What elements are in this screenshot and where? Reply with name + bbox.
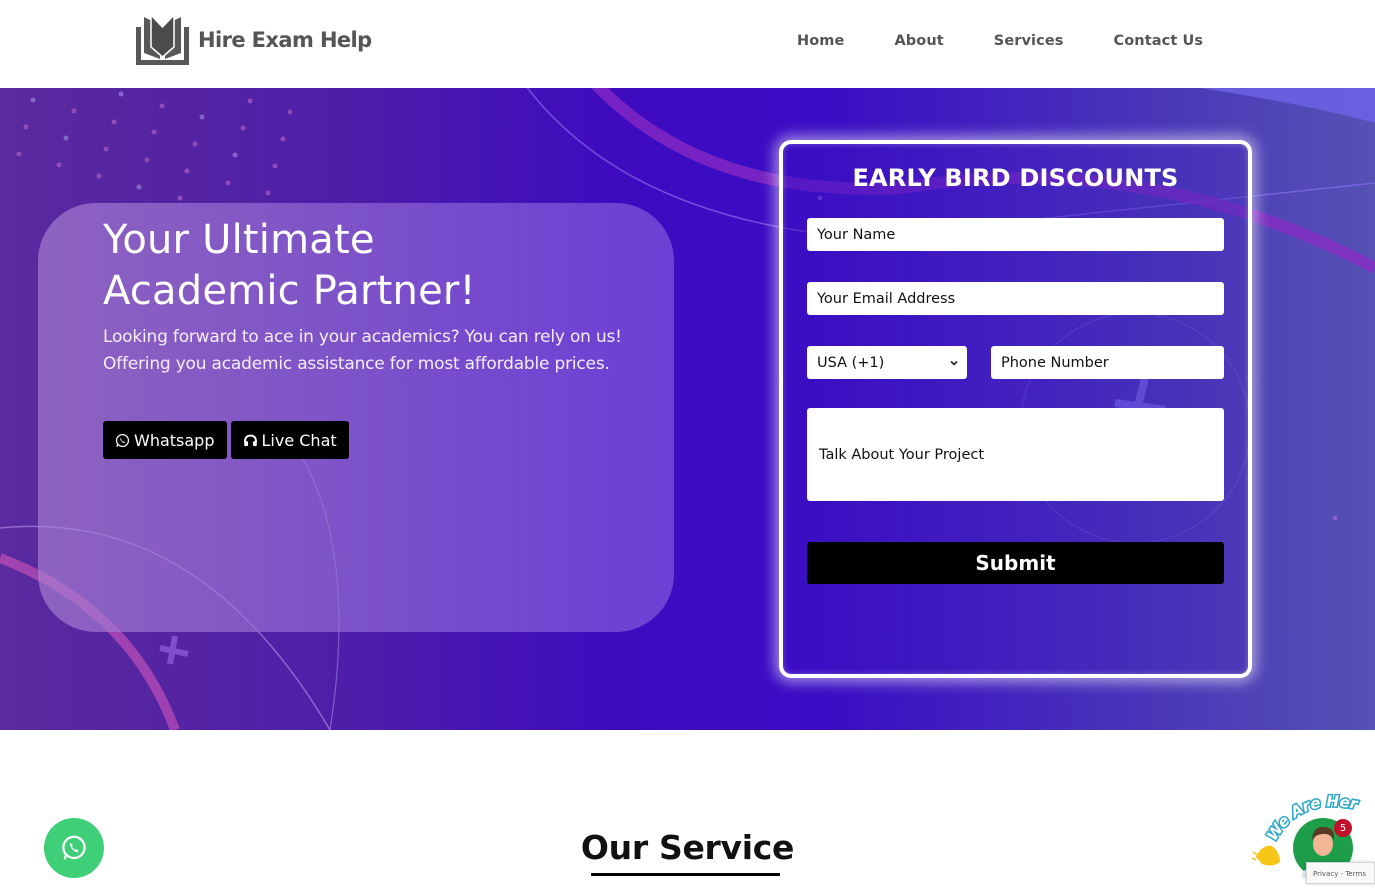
logo-link[interactable]: Hire Exam Help [134, 13, 372, 67]
waving-hand-icon [1251, 845, 1280, 866]
headset-icon [243, 434, 257, 446]
hero-title: Your Ultimate Academic Partner! [103, 215, 663, 317]
whatsapp-button-label: Whatsapp [134, 430, 215, 450]
section-title-underline [591, 873, 780, 876]
site-header: Hire Exam Help Home About Services Conta… [0, 0, 1375, 88]
discount-form: EARLY BIRD DISCOUNTS Your Name Your Emai… [779, 140, 1252, 678]
whatsapp-icon [115, 433, 130, 447]
hero-title-line1: Your Ultimate [103, 217, 375, 263]
hero-buttons: Whatsapp Live Chat [103, 421, 353, 459]
phone-input[interactable]: Phone Number [991, 346, 1224, 379]
chevron-down-icon [950, 360, 958, 366]
whatsapp-icon [62, 835, 86, 860]
book-logo-icon [136, 13, 189, 65]
chat-notification-badge: 5 [1334, 819, 1352, 837]
name-input[interactable]: Your Name [807, 218, 1224, 251]
whatsapp-float-button[interactable] [44, 818, 104, 878]
form-title: EARLY BIRD DISCOUNTS [852, 164, 1179, 192]
live-chat-button[interactable]: Live Chat [230, 421, 349, 459]
logo-text: Hire Exam Help [198, 28, 372, 52]
country-code-value: USA (+1) [817, 354, 885, 371]
section-title-our-service: Our Service [580, 828, 795, 867]
nav-services[interactable]: Services [994, 33, 1064, 49]
nav-home[interactable]: Home [797, 33, 844, 49]
hero-title-line2: Academic Partner! [103, 268, 476, 314]
nav-about[interactable]: About [894, 33, 943, 49]
submit-button[interactable]: Submit [807, 542, 1224, 584]
whatsapp-button[interactable]: Whatsapp [103, 421, 227, 459]
main-nav: Home About Services Contact Us [797, 33, 1203, 49]
nav-contact-us[interactable]: Contact Us [1114, 33, 1204, 49]
hero-description: Looking forward to ace in your academics… [103, 327, 622, 374]
project-textarea[interactable]: Talk About Your Project [807, 408, 1224, 501]
live-chat-button-label: Live Chat [261, 430, 337, 450]
plus-decoration [159, 635, 189, 665]
email-input[interactable]: Your Email Address [807, 282, 1224, 315]
recaptcha-badge[interactable]: Privacy - Terms [1306, 862, 1375, 884]
country-code-select[interactable]: USA (+1) [807, 346, 967, 379]
